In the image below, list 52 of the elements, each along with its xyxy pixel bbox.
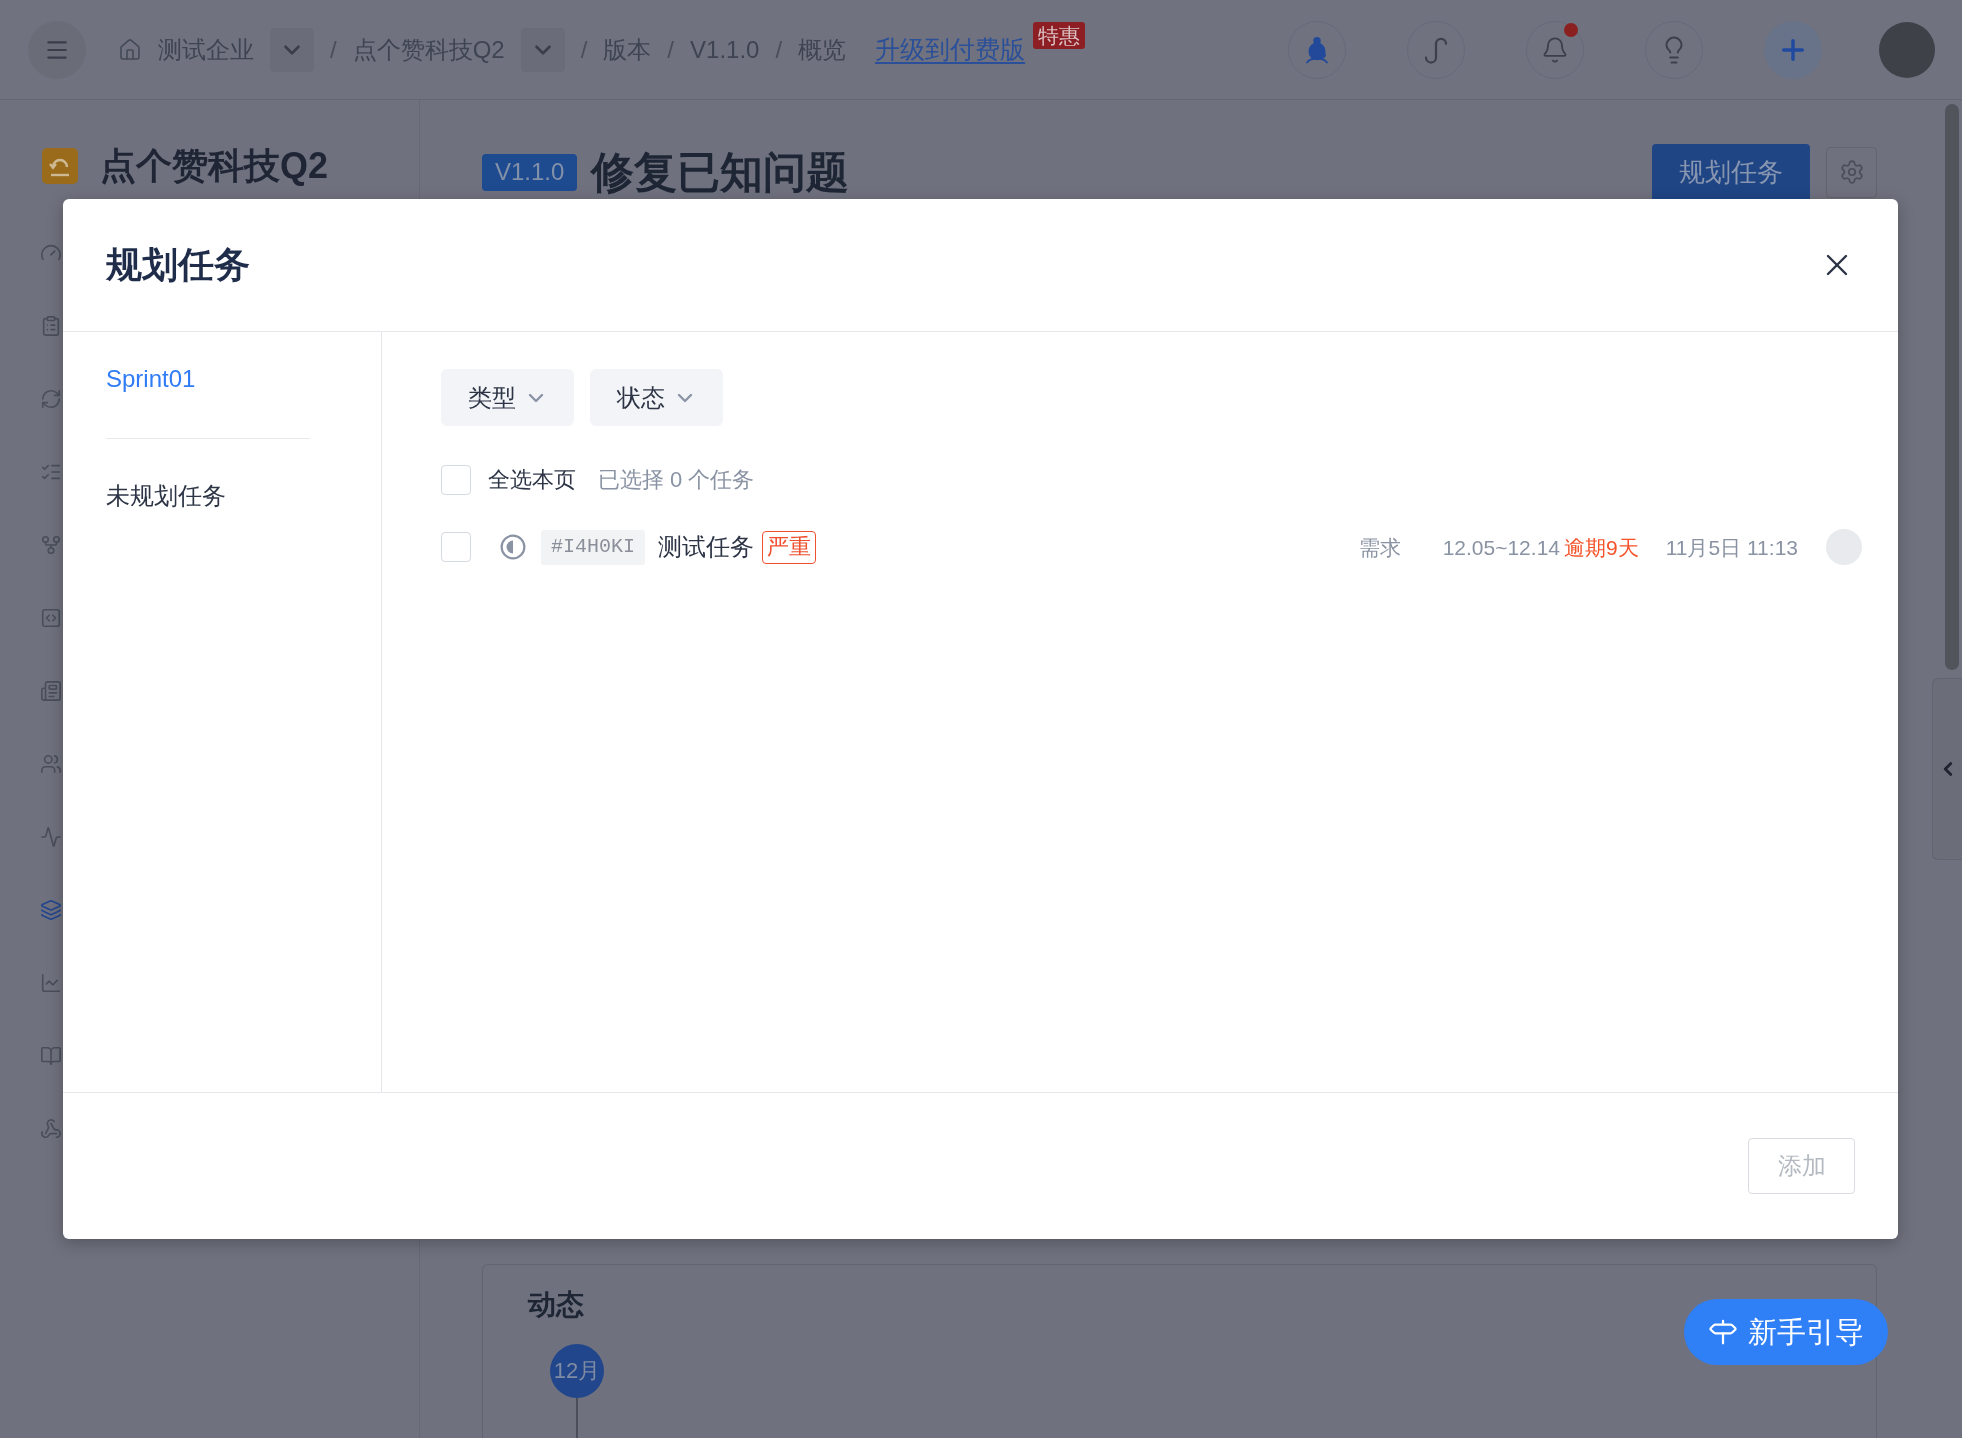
settings-icon [1838, 159, 1865, 185]
layers-icon[interactable] [40, 899, 62, 921]
signpost-icon [1708, 1317, 1738, 1347]
overdue-label: 逾期9天 [1564, 536, 1639, 558]
scrollbar-thumb[interactable] [1945, 104, 1959, 670]
branch-icon[interactable] [40, 534, 62, 556]
cycle-icon[interactable] [40, 388, 62, 410]
half-circle-status-icon [500, 534, 526, 560]
breadcrumb-separator: / [580, 37, 588, 62]
project-name: 点个赞科技Q2 [100, 148, 329, 184]
dropdown-button[interactable] [270, 27, 314, 72]
guide-button[interactable]: 新手引导 [1684, 1299, 1888, 1365]
chart-icon[interactable] [40, 972, 62, 994]
book-icon[interactable] [40, 1045, 62, 1067]
breadcrumb-separator: / [330, 37, 337, 62]
document-icon[interactable] [40, 680, 62, 702]
breadcrumb-separator: / [667, 37, 675, 62]
updated-time: 11月5日 11:13 [1665, 536, 1798, 558]
project-logo-icon [42, 148, 78, 184]
checkbox[interactable] [441, 532, 471, 562]
clipboard-icon[interactable] [40, 315, 62, 337]
filter-dropdown[interactable]: 类型 [441, 369, 574, 426]
timeline-line [576, 1398, 578, 1438]
task-id: #I4H0KI [541, 529, 645, 565]
plan-tasks-button[interactable]: 规划任务 [1652, 144, 1810, 200]
select-all-label[interactable]: 全选本页 [488, 469, 576, 491]
pulse-icon[interactable] [40, 826, 62, 848]
code-icon[interactable] [40, 607, 62, 629]
sprint-list-item[interactable]: Sprint01 [106, 362, 196, 396]
priority-tag: 严重 [762, 530, 816, 564]
checkbox[interactable] [441, 465, 471, 495]
dialog-title: 规划任务 [106, 247, 250, 283]
task-dates: 12.05~12.14 [1442, 536, 1560, 558]
selection-count: 已选择 0 个任务 [598, 469, 755, 491]
upgrade-link[interactable]: 升级到付费版 [875, 37, 1026, 62]
discount-badge: 特惠 [1033, 22, 1086, 49]
task-title[interactable]: 测试任务 [658, 535, 754, 559]
dropdown-button[interactable] [520, 27, 565, 72]
version-badge: V1.1.0 [482, 153, 578, 191]
settings-button[interactable] [1826, 146, 1877, 198]
bell-icon [1541, 35, 1569, 64]
sprint-list-item[interactable]: 未规划任务 [106, 479, 226, 513]
version-title: 修复已知问题 [591, 150, 850, 194]
home-icon[interactable] [118, 37, 142, 62]
filter-dropdown[interactable]: 状态 [590, 369, 723, 426]
collapse-panel-button[interactable] [1932, 678, 1962, 860]
webhook-icon[interactable] [40, 1118, 62, 1140]
month-marker: 12月 [550, 1344, 604, 1398]
task-type: 需求 [1358, 536, 1401, 558]
users-icon[interactable] [40, 753, 62, 775]
activity-title: 动态 [528, 1288, 584, 1322]
breadcrumb-separator: / [775, 37, 783, 62]
